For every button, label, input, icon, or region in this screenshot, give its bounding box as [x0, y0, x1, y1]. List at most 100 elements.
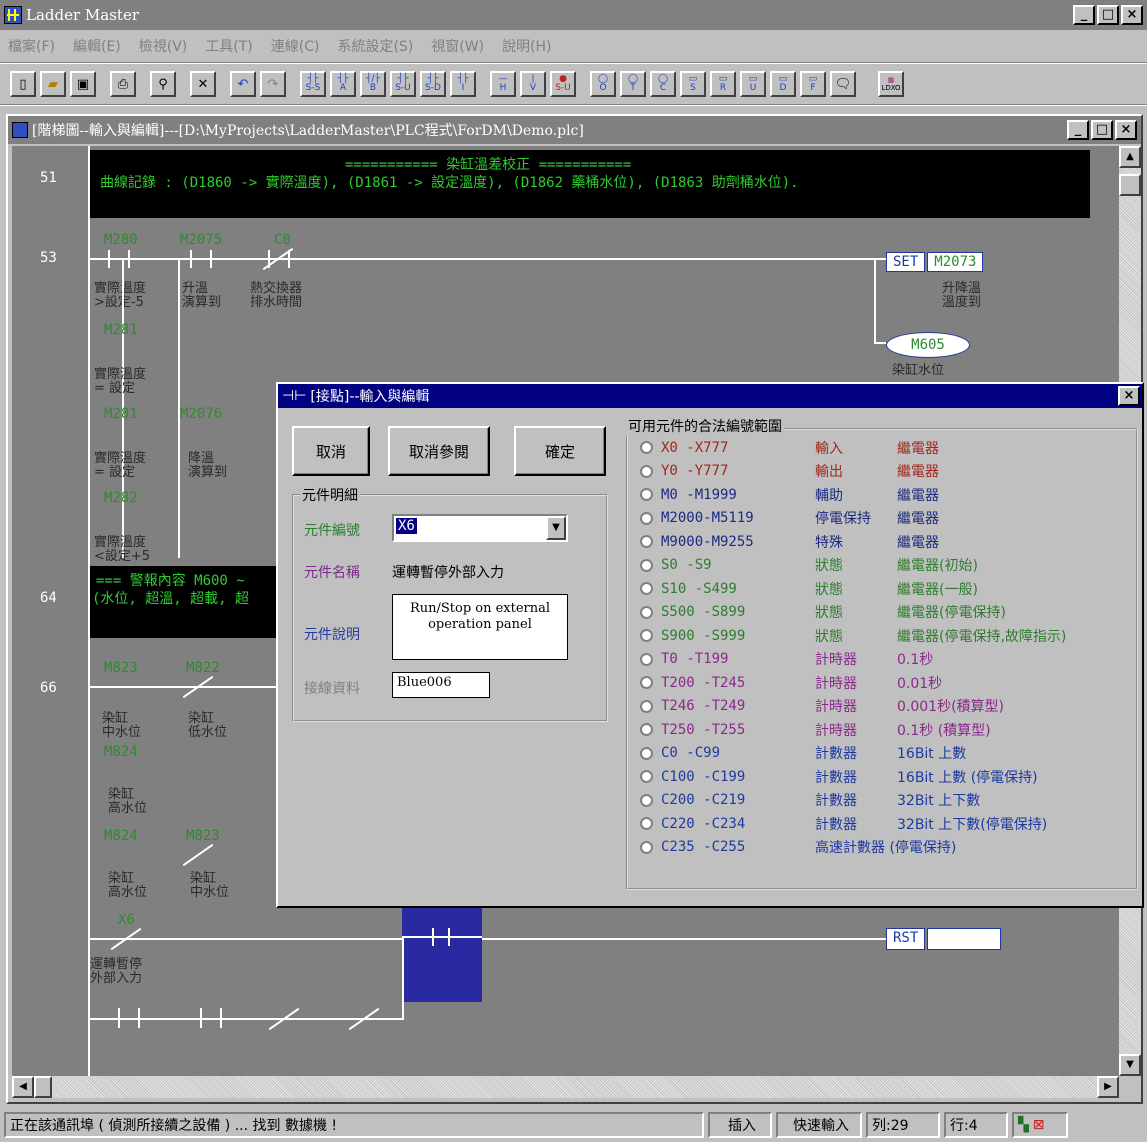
- contact-device[interactable]: M2075: [180, 232, 222, 248]
- wiring-field[interactable]: Blue006: [392, 672, 490, 698]
- cancel-button[interactable]: 取消: [292, 426, 370, 476]
- contact-device[interactable]: M282: [104, 490, 138, 506]
- contact-device[interactable]: X6: [118, 912, 135, 928]
- range-radio-row[interactable]: Y0 -Y777 輸出 繼電器: [640, 460, 1130, 484]
- radio-button[interactable]: [640, 699, 653, 713]
- range-radio-row[interactable]: S900 -S999 狀態 繼電器(停電保持,故障指示): [640, 624, 1130, 648]
- contact-device[interactable]: M280: [104, 232, 138, 248]
- minimize-button[interactable]: _: [1073, 5, 1095, 25]
- print-icon[interactable]: ⎙: [110, 71, 136, 97]
- contact-device[interactable]: M824: [104, 744, 138, 760]
- radio-button[interactable]: [640, 746, 653, 760]
- coil-u-icon[interactable]: ▭ U: [740, 71, 766, 97]
- contact-b-icon[interactable]: ┤/├ B: [360, 71, 386, 97]
- range-radio-row[interactable]: T200 -T245 計時器 0.01秒: [640, 671, 1130, 695]
- menu-file[interactable]: 檔案(F): [8, 36, 55, 56]
- radio-button[interactable]: [640, 793, 653, 807]
- horizontal-scrollbar[interactable]: ◀ ▶: [12, 1076, 1119, 1098]
- scroll-thumb[interactable]: [1119, 174, 1141, 196]
- range-radio-row[interactable]: M2000-M5119 停電保持 繼電器: [640, 507, 1130, 531]
- menu-connect[interactable]: 連線(C): [271, 36, 320, 56]
- range-radio-row[interactable]: T250 -T255 計時器 0.1秒 (積算型): [640, 718, 1130, 742]
- set-instruction[interactable]: SET M2073: [886, 252, 984, 272]
- range-radio-row[interactable]: C220 -C234 計數器 32Bit 上下數(停電保持): [640, 812, 1130, 836]
- scroll-left-button[interactable]: ◀: [12, 1076, 34, 1098]
- delete-icon[interactable]: ✕: [190, 71, 216, 97]
- output-coil[interactable]: M605: [886, 332, 970, 358]
- coil-f-icon[interactable]: ▭ F: [800, 71, 826, 97]
- radio-button[interactable]: [640, 770, 653, 784]
- menu-window[interactable]: 視窗(W): [431, 36, 484, 56]
- network-icon[interactable]: ▚: [1018, 1117, 1029, 1133]
- contact-su-icon[interactable]: ┤├ S-U: [390, 71, 416, 97]
- menu-edit[interactable]: 編輯(E): [73, 36, 121, 56]
- edit-cursor[interactable]: [402, 906, 482, 1002]
- error-icon[interactable]: ⊠: [1033, 1117, 1045, 1133]
- device-id-select[interactable]: X6 ▼: [392, 514, 568, 542]
- range-radio-row[interactable]: T246 -T249 計時器 0.001秒(積算型): [640, 695, 1130, 719]
- radio-button[interactable]: [640, 488, 653, 502]
- contact-ss-icon[interactable]: ┤├ S-S: [300, 71, 326, 97]
- radio-button[interactable]: [640, 441, 653, 455]
- contact-device[interactable]: C0: [274, 232, 291, 248]
- radio-button[interactable]: [640, 558, 653, 572]
- scroll-right-button[interactable]: ▶: [1097, 1076, 1119, 1098]
- ok-button[interactable]: 確定: [514, 426, 606, 476]
- contact-a-icon[interactable]: ┤├ A: [330, 71, 356, 97]
- contact-i-icon[interactable]: ┤├ I: [450, 71, 476, 97]
- range-radio-row[interactable]: C200 -C219 計數器 32Bit 上下數: [640, 789, 1130, 813]
- maximize-button[interactable]: □: [1097, 5, 1119, 25]
- child-close-button[interactable]: ×: [1115, 120, 1137, 140]
- radio-button[interactable]: [640, 582, 653, 596]
- coil-t-icon[interactable]: ◯ T: [620, 71, 646, 97]
- redo-icon[interactable]: ↷: [260, 71, 286, 97]
- radio-button[interactable]: [640, 840, 653, 854]
- radio-button[interactable]: [640, 652, 653, 666]
- range-radio-row[interactable]: C235 -C255 高速計數器 (停電保持): [640, 836, 1130, 860]
- ldxo-icon[interactable]: ▦ LDXO: [878, 71, 904, 97]
- new-file-icon[interactable]: ▯: [10, 71, 36, 97]
- device-desc-box[interactable]: Run/Stop on external operation panel: [392, 594, 568, 660]
- range-radio-row[interactable]: M9000-M9255 特殊 繼電器: [640, 530, 1130, 554]
- rst-instruction[interactable]: RST: [886, 928, 1002, 950]
- contact-device[interactable]: M823: [104, 660, 138, 676]
- save-icon[interactable]: ▣: [70, 71, 96, 97]
- comment-block[interactable]: === 警報內容 M600 ~ (水位, 超溫, 超載, 超: [90, 566, 290, 638]
- coil-c-icon[interactable]: ◯ C: [650, 71, 676, 97]
- menu-help[interactable]: 說明(H): [502, 36, 551, 56]
- child-minimize-button[interactable]: _: [1067, 120, 1089, 140]
- range-radio-row[interactable]: S0 -S9 狀態 繼電器(初始): [640, 554, 1130, 578]
- scroll-up-button[interactable]: ▲: [1119, 146, 1141, 168]
- scroll-down-button[interactable]: ▼: [1119, 1054, 1141, 1076]
- range-radio-row[interactable]: S10 -S499 狀態 繼電器(一般): [640, 577, 1130, 601]
- radio-button[interactable]: [640, 676, 653, 690]
- undo-icon[interactable]: ↶: [230, 71, 256, 97]
- radio-button[interactable]: [640, 723, 653, 737]
- contact-device[interactable]: M824: [104, 828, 138, 844]
- contact-device[interactable]: M281: [104, 406, 138, 422]
- radio-button[interactable]: [640, 535, 653, 549]
- child-maximize-button[interactable]: □: [1091, 120, 1113, 140]
- open-folder-icon[interactable]: ▰: [40, 71, 66, 97]
- chevron-down-icon[interactable]: ▼: [546, 516, 566, 540]
- line-v-icon[interactable]: | V: [520, 71, 546, 97]
- coil-d-icon[interactable]: ▭ D: [770, 71, 796, 97]
- radio-button[interactable]: [640, 629, 653, 643]
- hscroll-thumb[interactable]: [34, 1076, 52, 1098]
- coil-s-icon[interactable]: ▭ S: [680, 71, 706, 97]
- range-radio-row[interactable]: M0 -M1999 輔助 繼電器: [640, 483, 1130, 507]
- comment-block[interactable]: =========== 染缸溫差校正 =========== 曲線記錄 : (D…: [90, 150, 1090, 218]
- menu-tools[interactable]: 工具(T): [205, 36, 252, 56]
- radio-button[interactable]: [640, 605, 653, 619]
- comment-bubble-icon[interactable]: 🗨: [830, 71, 856, 97]
- range-radio-row[interactable]: C0 -C99 計數器 16Bit 上數: [640, 742, 1130, 766]
- menu-view[interactable]: 檢視(V): [139, 36, 188, 56]
- menu-settings[interactable]: 系統設定(S): [337, 36, 413, 56]
- contact-sd-icon[interactable]: ┤├ S-D: [420, 71, 446, 97]
- contact-device[interactable]: M822: [186, 660, 220, 676]
- contact-device[interactable]: M281: [104, 322, 138, 338]
- range-radio-row[interactable]: S500 -S899 狀態 繼電器(停電保持): [640, 601, 1130, 625]
- radio-button[interactable]: [640, 464, 653, 478]
- radio-button[interactable]: [640, 817, 653, 831]
- range-radio-row[interactable]: X0 -X777 輸入 繼電器: [640, 436, 1130, 460]
